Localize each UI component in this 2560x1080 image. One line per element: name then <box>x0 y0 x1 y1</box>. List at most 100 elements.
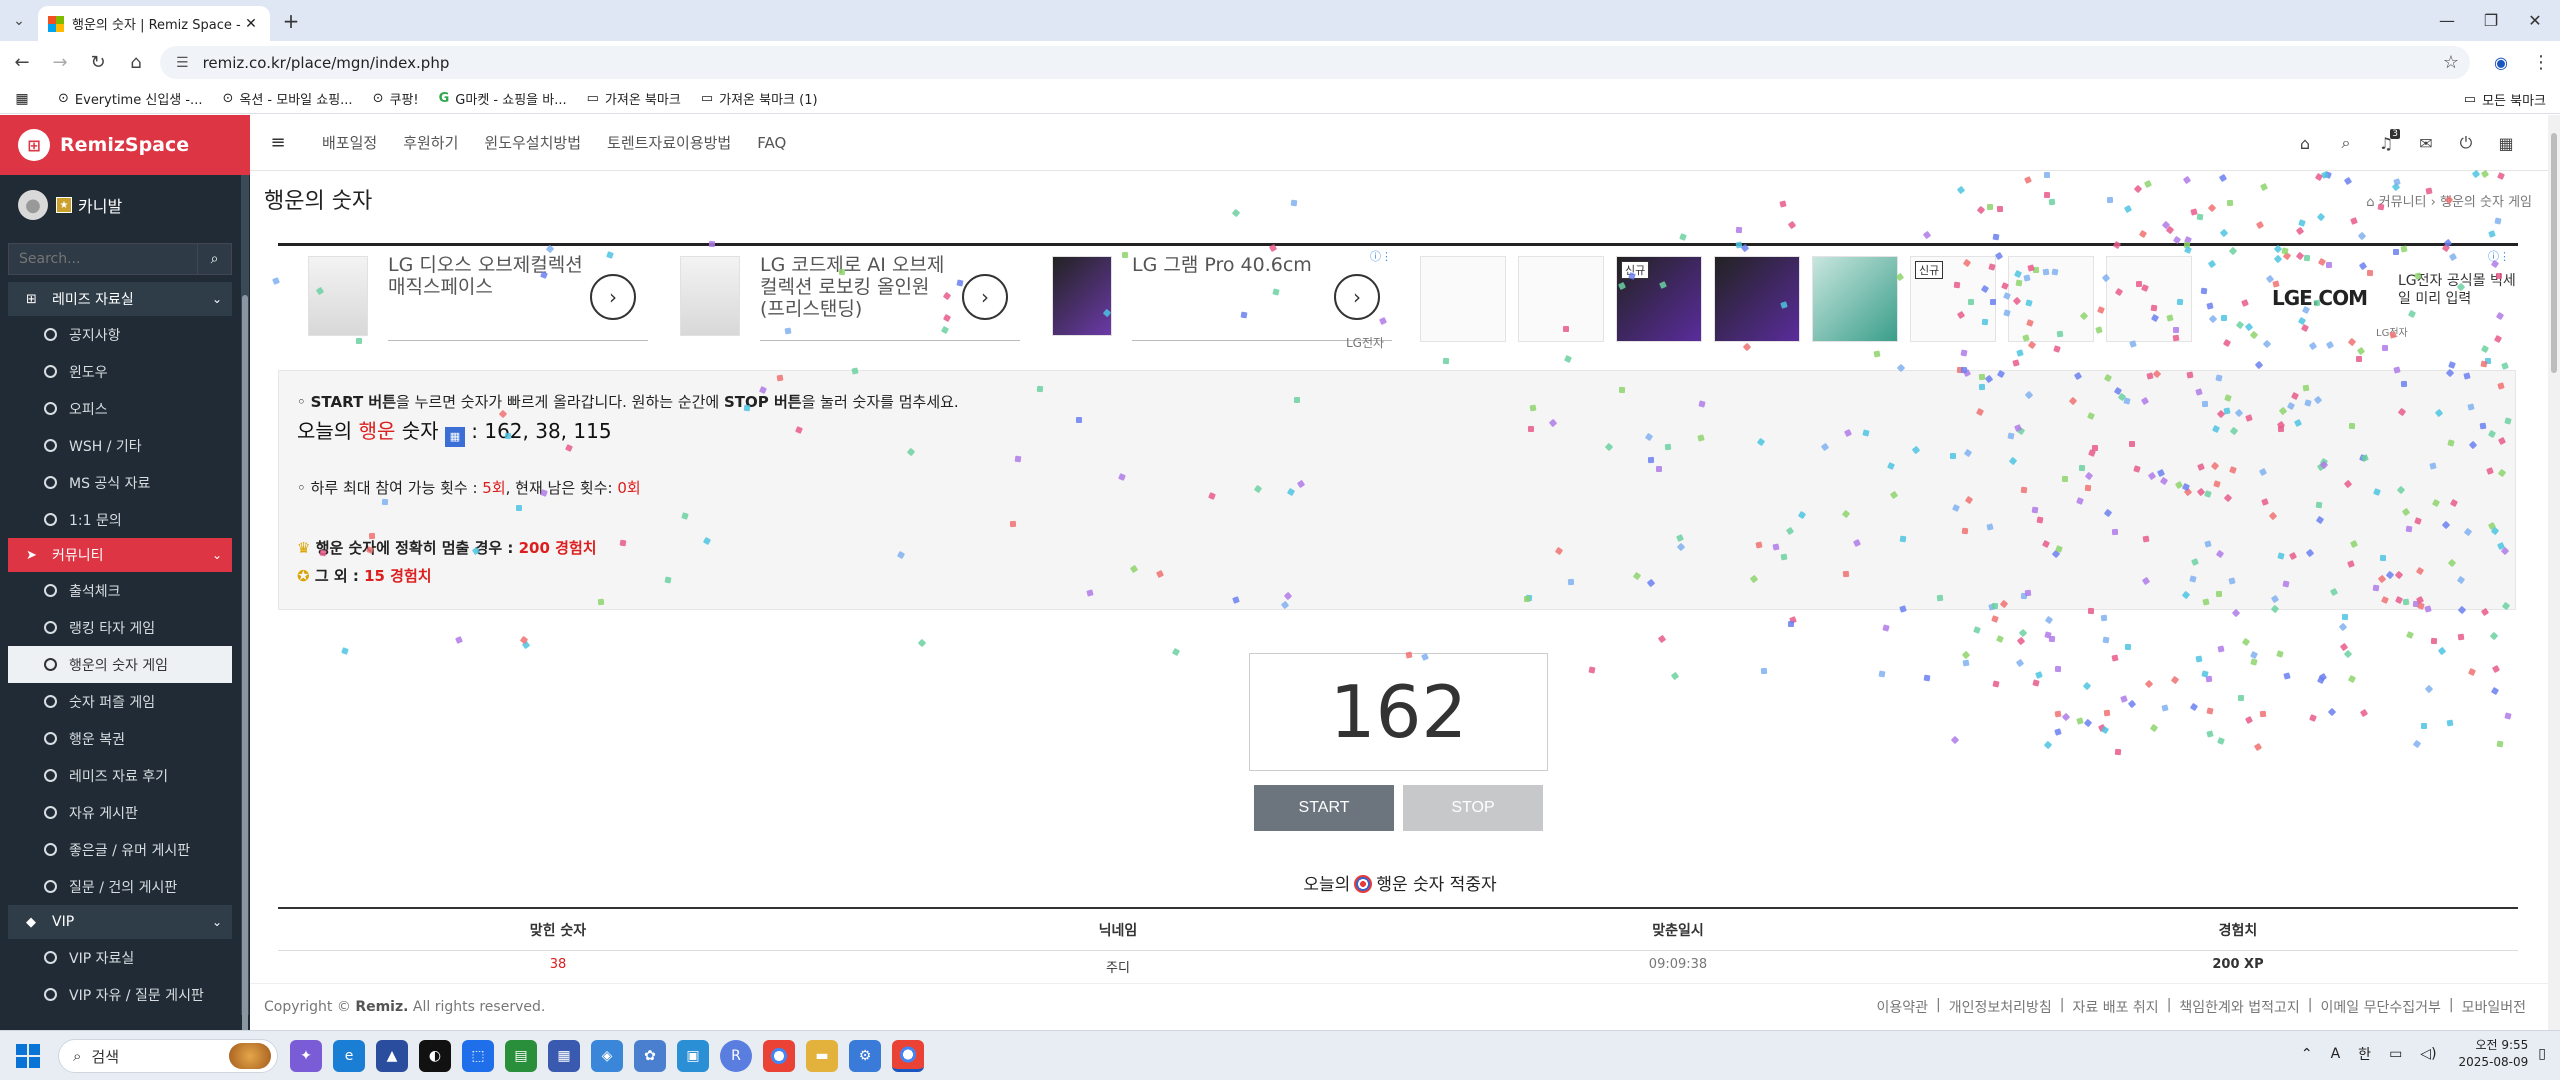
app-icon[interactable]: ▲ <box>376 1040 408 1072</box>
app-icon[interactable]: R <box>720 1040 752 1072</box>
ad-item-fridge[interactable]: LG 디오스 오브제컬렉션 매직스페이스 › <box>308 254 648 346</box>
sidebar-item-free-board[interactable]: 자유 게시판 <box>8 794 232 831</box>
ad-item-robot[interactable]: LG 코드제로 AI 오브제컬렉션 로보킹 올인원 (프리스탠딩) › <box>680 254 1020 346</box>
brand[interactable]: ⊞ RemizSpace <box>0 115 250 175</box>
sidebar-item-lottery[interactable]: 행운 복권 <box>8 720 232 757</box>
copilot-icon[interactable]: ✦ <box>290 1040 322 1072</box>
user-profile[interactable]: ● ★ 카니발 <box>0 175 250 235</box>
product-thumb[interactable] <box>1714 256 1800 342</box>
back-icon[interactable]: ← <box>6 47 38 79</box>
ad-info-icon[interactable]: ⓘ⋮ <box>2488 248 2510 264</box>
product-thumb[interactable] <box>1812 256 1898 342</box>
search-icon[interactable]: ⌕ <box>2332 129 2360 157</box>
bookmark-gmarket[interactable]: G G마켓 - 쇼핑을 바... <box>439 89 567 108</box>
sidebar-item-puzzle[interactable]: 숫자 퍼즐 게임 <box>8 683 232 720</box>
site-info-icon[interactable]: ☰ <box>176 55 189 71</box>
grid-icon[interactable]: ▦ <box>2492 129 2520 157</box>
ad-banner[interactable]: LG 디오스 오브제컬렉션 매직스페이스 › LG 코드제로 AI 오브제컬렉션… <box>278 243 2518 353</box>
chrome-active-icon[interactable] <box>892 1040 924 1072</box>
sidebar-section-remiz[interactable]: ⊞ 레미즈 자료실 ⌄ <box>8 282 232 316</box>
bell-icon[interactable]: ♫ 3 <box>2372 129 2400 157</box>
sidebar-search-input[interactable] <box>8 243 198 275</box>
taskbar-search[interactable]: ⌕ 검색 <box>58 1039 278 1073</box>
chevron-up-icon[interactable]: ⌃ <box>2301 1046 2313 1062</box>
sidebar-scrollbar[interactable] <box>241 175 249 1030</box>
start-menu-icon[interactable] <box>16 1044 40 1068</box>
sidebar-item-notice[interactable]: 공지사항 <box>8 316 232 353</box>
chevron-right-icon[interactable]: › <box>1334 274 1380 320</box>
sidebar-item-wsh[interactable]: WSH / 기타 <box>8 427 232 464</box>
volume-icon[interactable]: ◁) <box>2420 1046 2436 1062</box>
ime-korean[interactable]: 한 <box>2358 1044 2371 1064</box>
product-thumb[interactable] <box>1420 256 1506 342</box>
stop-button[interactable]: STOP <box>1403 785 1543 831</box>
tab-search-icon[interactable]: ⌄ <box>6 8 32 34</box>
python-icon[interactable]: ◈ <box>591 1040 623 1072</box>
hamburger-menu-icon[interactable]: ≡ <box>260 132 296 153</box>
footer-link-terms[interactable]: 이용약관 <box>1876 997 1928 1017</box>
nav-link-faq[interactable]: FAQ <box>757 134 786 152</box>
window-close-icon[interactable]: ✕ <box>2506 0 2560 41</box>
all-bookmarks[interactable]: ▭ 모든 북마크 <box>2464 90 2546 109</box>
chevron-right-icon[interactable]: › <box>962 274 1008 320</box>
sidebar-item-inquiry[interactable]: 1:1 문의 <box>8 501 232 538</box>
footer-link-email[interactable]: 이메일 무단수집거부 <box>2321 997 2441 1017</box>
bookmark-folder-1[interactable]: ▭ 가져온 북마크 <box>587 89 681 108</box>
app-icon[interactable]: ▤ <box>505 1040 537 1072</box>
calculator-icon[interactable]: ▦ <box>548 1040 580 1072</box>
profile-icon[interactable]: ◉ <box>2486 47 2516 77</box>
nav-link-install[interactable]: 윈도우설치방법 <box>484 132 581 153</box>
apps-grid-icon[interactable]: ▦ <box>6 91 38 107</box>
sidebar-item-ms-official[interactable]: MS 공식 자료 <box>8 464 232 501</box>
breadcrumb-home-icon[interactable]: ⌂ <box>2366 195 2374 210</box>
edge-icon[interactable]: e <box>333 1040 365 1072</box>
app-icon[interactable]: ⚙ <box>849 1040 881 1072</box>
product-thumb[interactable] <box>2106 256 2192 342</box>
product-thumb[interactable] <box>1518 256 1604 342</box>
browser-menu-icon[interactable]: ⋮ <box>2526 47 2556 77</box>
sidebar-item-lucky-number[interactable]: 행운의 숫자 게임 <box>8 646 232 683</box>
breadcrumb-community[interactable]: 커뮤니티 <box>2379 195 2427 210</box>
sidebar-item-question-board[interactable]: 질문 / 건의 게시판 <box>8 868 232 905</box>
chevron-right-icon[interactable]: › <box>590 274 636 320</box>
browser-tab-active[interactable]: 행운의 숫자 | Remiz Space - 리 ✕ <box>38 6 270 41</box>
nav-link-schedule[interactable]: 배포일정 <box>322 132 377 153</box>
bookmark-everytime[interactable]: ⊙ Everytime 신입생 -... <box>58 89 202 108</box>
ad-item-gram[interactable]: LG 그램 Pro 40.6cm › <box>1052 254 1392 346</box>
nav-link-torrent[interactable]: 토렌트자료이용방법 <box>607 132 731 153</box>
footer-link-mobile[interactable]: 모바일버전 <box>2462 997 2526 1017</box>
sidebar-section-vip[interactable]: ◆ VIP ⌄ <box>8 905 232 939</box>
chrome-icon[interactable] <box>763 1040 795 1072</box>
close-tab-icon[interactable]: ✕ <box>242 16 260 32</box>
ad-info-icon[interactable]: ⓘ⋮ <box>1370 248 1392 264</box>
forward-icon[interactable]: → <box>44 47 76 79</box>
search-icon[interactable]: ⌕ <box>198 243 232 275</box>
bookmark-star-icon[interactable]: ☆ <box>2436 47 2466 77</box>
sidebar-item-typing-game[interactable]: 랭킹 타자 게임 <box>8 609 232 646</box>
url-bar[interactable]: ☰ remiz.co.kr/place/mgn/index.php <box>160 46 2470 79</box>
bookmark-coupang[interactable]: ⊙ 쿠팡! <box>373 89 419 108</box>
app-icon[interactable]: ◐ <box>419 1040 451 1072</box>
bookmark-folder-2[interactable]: ▭ 가져온 북마크 (1) <box>701 89 818 108</box>
lge-logo[interactable]: LGE.COM <box>2272 286 2368 310</box>
clock[interactable]: 오전 9:55 2025-08-09 <box>2459 1037 2529 1071</box>
notification-icon[interactable]: ▯ <box>2538 1046 2546 1062</box>
product-thumb[interactable]: 신규 <box>1616 256 1702 342</box>
power-icon[interactable]: ⏻ <box>2452 129 2480 157</box>
new-tab-icon[interactable]: + <box>278 8 304 34</box>
sidebar-item-vip-board[interactable]: VIP 자유 / 질문 게시판 <box>8 976 232 1013</box>
sidebar-item-attendance[interactable]: 출석체크 <box>8 572 232 609</box>
footer-link-privacy[interactable]: 개인정보처리방침 <box>1949 997 2052 1017</box>
reload-icon[interactable]: ↻ <box>82 47 114 79</box>
sidebar-item-reviews[interactable]: 레미즈 자료 후기 <box>8 757 232 794</box>
home-icon[interactable]: ⌂ <box>120 47 152 79</box>
bookmark-auction[interactable]: ⊙ 옥션 - 모바일 쇼핑... <box>222 89 352 108</box>
mail-icon[interactable]: ✉ <box>2412 129 2440 157</box>
home-icon[interactable]: ⌂ <box>2291 129 2319 157</box>
product-thumb[interactable] <box>2008 256 2094 342</box>
file-explorer-icon[interactable]: ▬ <box>806 1040 838 1072</box>
footer-link-purpose[interactable]: 자료 배포 취지 <box>2073 997 2159 1017</box>
product-thumb[interactable]: 신규 <box>1910 256 1996 342</box>
sidebar-item-windows[interactable]: 윈도우 <box>8 353 232 390</box>
sidebar-item-humor-board[interactable]: 좋은글 / 유머 게시판 <box>8 831 232 868</box>
